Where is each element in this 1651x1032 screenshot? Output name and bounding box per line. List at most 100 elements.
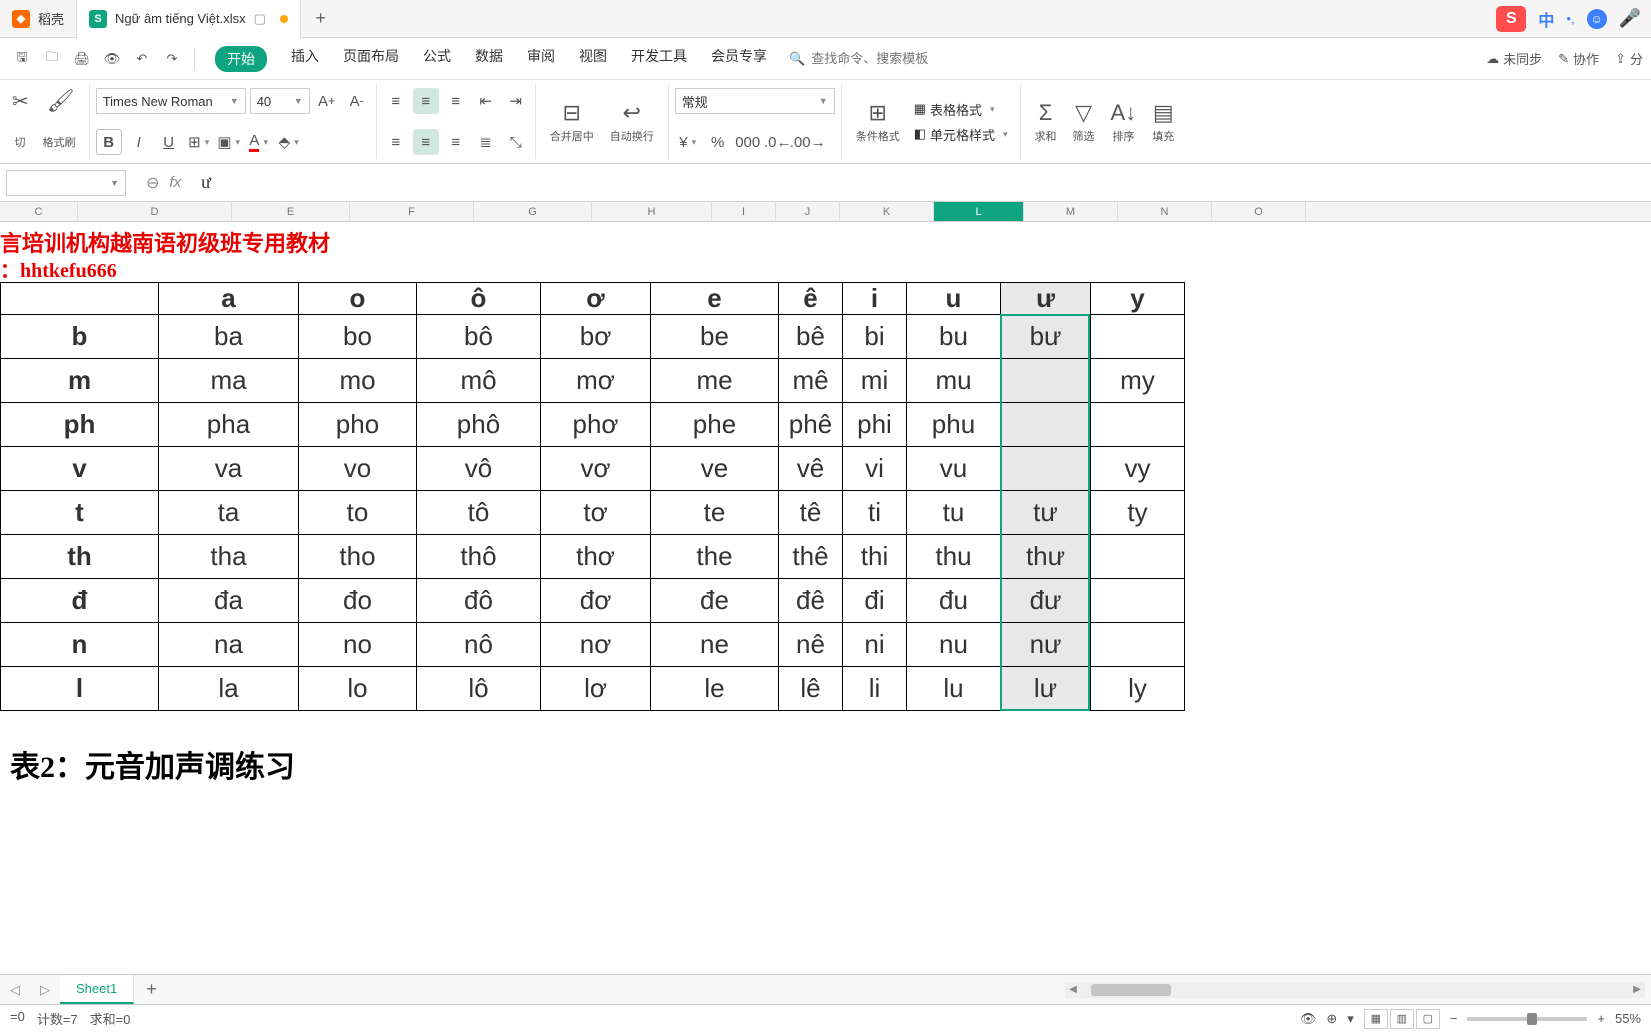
table-cell[interactable]: bi [843, 315, 907, 359]
table-row-header[interactable]: th [1, 535, 159, 579]
scroll-left-icon[interactable]: ◀ [1065, 982, 1081, 998]
table-cell[interactable]: nê [779, 623, 843, 667]
table-cell[interactable]: le [651, 667, 779, 711]
menu-tab-insert[interactable]: 插入 [291, 46, 319, 72]
table-header-cell[interactable] [1, 283, 159, 315]
table-cell[interactable]: lo [299, 667, 417, 711]
column-header-O[interactable]: O [1212, 202, 1306, 221]
column-header-C[interactable]: C [0, 202, 78, 221]
table-cell[interactable]: đê [779, 579, 843, 623]
menu-tab-review[interactable]: 审阅 [527, 46, 555, 72]
table-cell[interactable]: tô [417, 491, 541, 535]
table-cell[interactable]: vi [843, 447, 907, 491]
table-header-cell[interactable]: ô [417, 283, 541, 315]
table-cell[interactable]: mo [299, 359, 417, 403]
ime-mic-icon[interactable]: 🎤 [1619, 8, 1641, 29]
table-cell[interactable]: bo [299, 315, 417, 359]
table-cell[interactable]: mơ [541, 359, 651, 403]
table-cell[interactable]: be [651, 315, 779, 359]
table-cell[interactable]: ve [651, 447, 779, 491]
table-cell[interactable]: mô [417, 359, 541, 403]
table-cell[interactable]: đô [417, 579, 541, 623]
font-name-select[interactable]: Times New Roman▼ [96, 88, 246, 114]
add-sheet-button[interactable]: + [134, 979, 169, 1000]
table-cell[interactable]: thư [1001, 535, 1091, 579]
table-cell[interactable]: vy [1091, 447, 1185, 491]
table-cell[interactable]: thô [417, 535, 541, 579]
scroll-right-icon[interactable]: ▶ [1629, 982, 1645, 998]
print-icon[interactable]: 🖨 [68, 45, 96, 73]
table-cell[interactable]: thê [779, 535, 843, 579]
print-preview-icon[interactable]: 👁 [98, 45, 126, 73]
column-header-J[interactable]: J [776, 202, 840, 221]
table-cell[interactable] [1001, 447, 1091, 491]
table-row-header[interactable]: v [1, 447, 159, 491]
name-box[interactable]: ▼ [6, 170, 126, 196]
share-button[interactable]: ⇪分 [1615, 49, 1643, 68]
percent-button[interactable]: % [705, 129, 731, 155]
table-cell[interactable]: phe [651, 403, 779, 447]
menu-tab-dev[interactable]: 开发工具 [631, 46, 687, 72]
tab-docer[interactable]: ◆ 稻壳 [0, 0, 77, 38]
table-cell[interactable]: phi [843, 403, 907, 447]
orientation-button[interactable]: ⤡ [503, 129, 529, 155]
table-cell[interactable]: ty [1091, 491, 1185, 535]
table-cell[interactable]: bê [779, 315, 843, 359]
table-row-header[interactable]: l [1, 667, 159, 711]
table-header-cell[interactable]: ơ [541, 283, 651, 315]
table-cell[interactable] [1091, 579, 1185, 623]
align-bottom-button[interactable]: ≡ [443, 88, 469, 114]
table-cell[interactable]: vo [299, 447, 417, 491]
ime-face-icon[interactable]: ☺ [1587, 9, 1607, 29]
table-cell[interactable]: phô [417, 403, 541, 447]
table-cell[interactable] [1091, 315, 1185, 359]
zoom-level[interactable]: 55% [1615, 1011, 1641, 1026]
sheet-nav-next[interactable]: ▷ [30, 982, 60, 998]
table-cell[interactable]: lư [1001, 667, 1091, 711]
menu-tab-layout[interactable]: 页面布局 [343, 46, 399, 72]
table-cell[interactable]: bơ [541, 315, 651, 359]
bold-button[interactable]: B [96, 129, 122, 155]
table-cell[interactable]: đo [299, 579, 417, 623]
table-cell[interactable]: the [651, 535, 779, 579]
table-header-cell[interactable]: o [299, 283, 417, 315]
column-header-G[interactable]: G [474, 202, 592, 221]
filter-button[interactable]: ▽筛选 [1065, 84, 1103, 159]
phonetic-button[interactable]: ⬘▾ [276, 129, 302, 155]
table-header-cell[interactable]: ê [779, 283, 843, 315]
table-row-header[interactable]: b [1, 315, 159, 359]
align-right-button[interactable]: ≡ [443, 129, 469, 155]
sort-button[interactable]: A↓排序 [1103, 84, 1145, 159]
eye-icon[interactable]: 👁 [1300, 1011, 1317, 1027]
table-row-header[interactable]: đ [1, 579, 159, 623]
increase-decimal-button[interactable]: .0← [765, 129, 791, 155]
table-cell[interactable]: mi [843, 359, 907, 403]
sum-button[interactable]: Σ求和 [1027, 84, 1065, 159]
table-cell[interactable]: no [299, 623, 417, 667]
table-cell[interactable]: ni [843, 623, 907, 667]
sheet-nav-prev[interactable]: ◁ [0, 982, 30, 998]
table-cell[interactable]: me [651, 359, 779, 403]
table-cell[interactable]: mu [907, 359, 1001, 403]
column-header-E[interactable]: E [232, 202, 350, 221]
column-header-H[interactable]: H [592, 202, 712, 221]
table-cell[interactable]: phu [907, 403, 1001, 447]
cell-style-button[interactable]: ◧单元格样式▾ [914, 125, 1008, 144]
table-cell[interactable]: nư [1001, 623, 1091, 667]
column-header-D[interactable]: D [78, 202, 232, 221]
window-icon[interactable]: ▢ [254, 11, 268, 27]
table-cell[interactable]: tê [779, 491, 843, 535]
horizontal-scrollbar[interactable]: ◀ ▶ [1065, 982, 1645, 998]
table-row-header[interactable]: m [1, 359, 159, 403]
zoom-thumb[interactable] [1527, 1013, 1537, 1025]
column-header-N[interactable]: N [1118, 202, 1212, 221]
column-header-I[interactable]: I [712, 202, 776, 221]
zoom-slider[interactable] [1467, 1017, 1587, 1021]
tab-file[interactable]: S Ngữ âm tiếng Việt.xlsx ▢ [77, 0, 301, 38]
table-cell[interactable]: ma [159, 359, 299, 403]
column-header-F[interactable]: F [350, 202, 474, 221]
table-cell[interactable]: nu [907, 623, 1001, 667]
ime-punct-icon[interactable]: •, [1566, 11, 1574, 26]
cut-button[interactable]: ✂ [6, 87, 35, 116]
align-left-button[interactable]: ≡ [383, 129, 409, 155]
